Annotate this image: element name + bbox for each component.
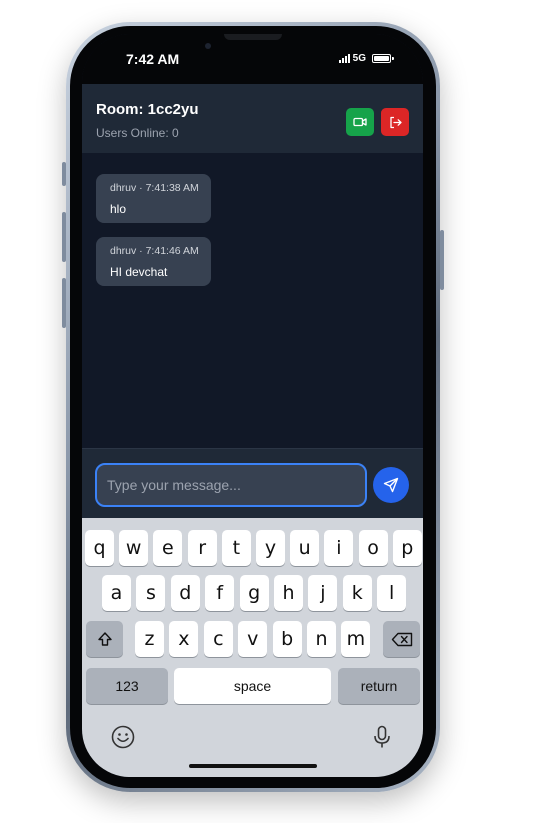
message-meta: dhruv · 7:41:38 AM	[110, 182, 199, 194]
key-w[interactable]: w	[119, 530, 149, 566]
status-bar: 7:42 AM 5G	[82, 34, 423, 84]
emoji-button[interactable]	[110, 724, 136, 750]
send-button[interactable]	[373, 467, 409, 503]
backspace-key[interactable]	[383, 621, 420, 657]
key-z[interactable]: z	[135, 621, 164, 657]
key-m[interactable]: m	[341, 621, 371, 657]
key-t[interactable]: t	[221, 530, 251, 566]
key-r[interactable]: r	[187, 530, 217, 566]
network-label: 5G	[352, 53, 366, 64]
key-n[interactable]: n	[307, 621, 336, 657]
space-key[interactable]: space	[174, 668, 331, 704]
video-camera-icon	[353, 117, 367, 127]
key-v[interactable]: v	[238, 621, 268, 657]
key-i[interactable]: i	[324, 530, 354, 566]
message-text: HI devchat	[110, 265, 168, 279]
logout-icon	[389, 116, 402, 128]
key-x[interactable]: x	[169, 621, 199, 657]
message-bubble: dhruv · 7:41:46 AM HI devchat	[96, 237, 211, 286]
key-p[interactable]: p	[392, 530, 422, 566]
speaker-notch	[224, 34, 282, 40]
home-indicator	[189, 764, 317, 768]
composer-bar	[82, 448, 423, 518]
key-f[interactable]: f	[205, 575, 235, 611]
key-j[interactable]: j	[308, 575, 338, 611]
dictation-button[interactable]	[369, 724, 395, 750]
paper-plane-icon	[383, 477, 399, 493]
key-b[interactable]: b	[272, 621, 302, 657]
leave-room-button[interactable]	[381, 108, 409, 136]
key-c[interactable]: c	[203, 621, 233, 657]
video-call-button[interactable]	[346, 108, 374, 136]
key-k[interactable]: k	[342, 575, 372, 611]
key-e[interactable]: e	[153, 530, 183, 566]
front-camera	[205, 43, 211, 49]
message-meta: dhruv · 7:41:46 AM	[110, 245, 199, 257]
room-title: Room: 1cc2yu	[96, 101, 199, 118]
shift-key[interactable]	[86, 621, 123, 657]
users-online-count: Users Online: 0	[96, 126, 179, 140]
key-o[interactable]: o	[358, 530, 388, 566]
room-header: Room: 1cc2yu Users Online: 0	[82, 84, 423, 153]
key-g[interactable]: g	[239, 575, 269, 611]
key-y[interactable]: y	[256, 530, 285, 566]
action-button	[62, 162, 66, 186]
battery-icon	[372, 54, 394, 63]
phone-screen: 7:42 AM 5G Room: 1cc2yu Users Online: 0	[82, 34, 423, 777]
key-l[interactable]: l	[377, 575, 407, 611]
message-list[interactable]: dhruv · 7:41:38 AM hlo dhruv · 7:41:46 A…	[82, 153, 423, 448]
volume-up-button	[62, 212, 66, 262]
status-indicators: 5G	[338, 53, 394, 64]
onscreen-keyboard: qwertyuiop asdfghjkl zxcvbnm 123 space r…	[82, 518, 423, 777]
key-s[interactable]: s	[136, 575, 166, 611]
volume-down-button	[62, 278, 66, 328]
numbers-key[interactable]: 123	[86, 668, 168, 704]
power-button	[440, 230, 444, 290]
status-time: 7:42 AM	[126, 51, 180, 67]
shift-arrow-icon	[97, 632, 112, 646]
emoji-icon	[111, 725, 135, 749]
key-a[interactable]: a	[102, 575, 131, 611]
message-input[interactable]	[95, 463, 367, 507]
return-key[interactable]: return	[338, 668, 420, 704]
key-h[interactable]: h	[274, 575, 303, 611]
message-bubble: dhruv · 7:41:38 AM hlo	[96, 174, 211, 223]
key-u[interactable]: u	[290, 530, 320, 566]
message-text: hlo	[110, 202, 127, 216]
key-q[interactable]: q	[85, 530, 114, 566]
signal-icon	[338, 54, 350, 63]
microphone-icon	[374, 725, 390, 748]
key-d[interactable]: d	[170, 575, 200, 611]
backspace-icon	[391, 632, 412, 646]
